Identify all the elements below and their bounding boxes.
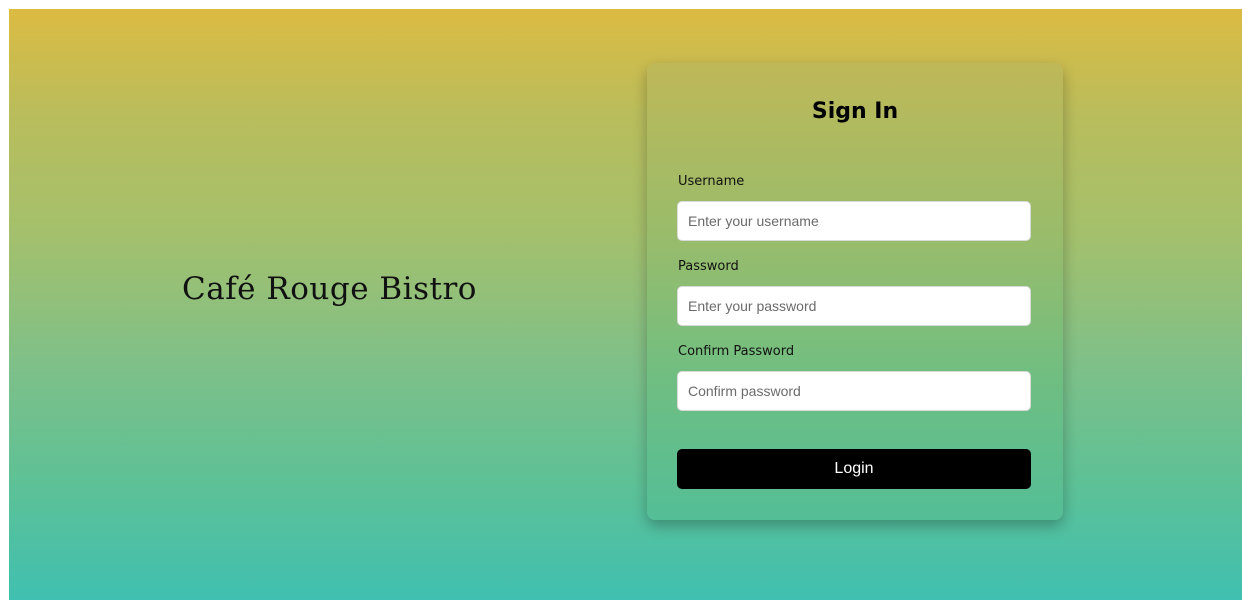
username-label: Username (678, 174, 745, 189)
username-input[interactable] (677, 201, 1031, 241)
signin-card: Sign In Username Password Confirm Passwo… (647, 63, 1063, 520)
brand-logo-text: Café Rouge Bistro (182, 271, 477, 307)
confirm-password-input[interactable] (677, 371, 1031, 411)
page-background: Café Rouge Bistro Sign In Username Passw… (9, 9, 1242, 600)
password-input[interactable] (677, 286, 1031, 326)
password-label: Password (678, 259, 739, 274)
login-button[interactable]: Login (677, 449, 1031, 489)
signin-title: Sign In (811, 99, 899, 124)
confirm-password-label: Confirm Password (678, 344, 795, 359)
